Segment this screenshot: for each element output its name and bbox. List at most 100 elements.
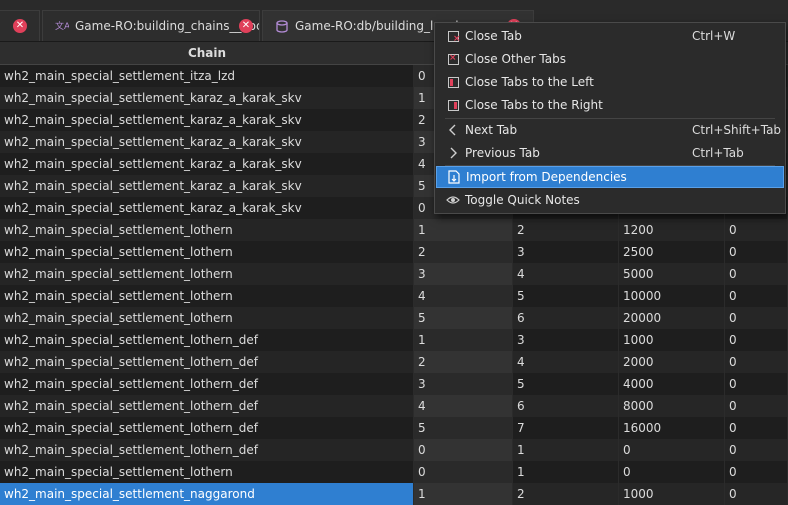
table-cell[interactable]: 5	[513, 285, 619, 307]
table-cell[interactable]: 0	[725, 241, 788, 263]
table-cell[interactable]: 2	[414, 351, 513, 373]
table-cell[interactable]: wh2_main_special_settlement_lothern	[0, 307, 414, 329]
table-cell[interactable]: 0	[725, 483, 788, 505]
menu-item-next-tab[interactable]: Next Tab Ctrl+Shift+Tab	[436, 119, 784, 141]
table-cell[interactable]: wh2_main_special_settlement_karaz_a_kara…	[0, 197, 414, 219]
table-cell[interactable]: 0	[725, 439, 788, 461]
table-cell[interactable]: wh2_main_special_settlement_karaz_a_kara…	[0, 87, 414, 109]
table-cell[interactable]: wh2_main_special_settlement_lothern	[0, 461, 414, 483]
table-cell[interactable]: 0	[725, 263, 788, 285]
table-cell[interactable]: 1000	[619, 329, 725, 351]
column-header-chain[interactable]: Chain	[0, 42, 414, 64]
table-cell[interactable]: 7	[513, 417, 619, 439]
tab-building-chains-loc[interactable]: 文A Game-RO:building_chains__.loc ✕	[42, 10, 260, 41]
table-cell[interactable]: 3	[414, 373, 513, 395]
table-cell[interactable]: 0	[619, 461, 725, 483]
table-cell[interactable]: wh2_main_special_settlement_lothern_def	[0, 373, 414, 395]
close-icon[interactable]: ✕	[13, 19, 27, 33]
table-row[interactable]: wh2_main_special_settlement_lothern_def 1…	[0, 329, 788, 351]
menu-item-close-tab[interactable]: × Close Tab Ctrl+W	[436, 25, 784, 47]
table-cell[interactable]: 2	[513, 219, 619, 241]
table-cell[interactable]: 5	[414, 307, 513, 329]
table-cell[interactable]: 0	[725, 461, 788, 483]
menu-item-toggle-quick-notes[interactable]: Toggle Quick Notes	[436, 189, 784, 211]
table-cell[interactable]: wh2_main_special_settlement_karaz_a_kara…	[0, 153, 414, 175]
table-cell[interactable]: 0	[414, 439, 513, 461]
table-row[interactable]: wh2_main_special_settlement_lothern_def 0…	[0, 439, 788, 461]
table-row[interactable]: wh2_main_special_settlement_lothern_def 3…	[0, 373, 788, 395]
table-cell[interactable]: 0	[725, 351, 788, 373]
table-row[interactable]: wh2_main_special_settlement_lothern 0 1 0 0	[0, 461, 788, 483]
menu-item-close-tabs-left[interactable]: Close Tabs to the Left	[436, 71, 784, 93]
table-cell[interactable]: 4	[513, 351, 619, 373]
table-cell[interactable]: 1	[414, 483, 513, 505]
tab-context-menu: × Close Tab Ctrl+W × Close Other Tabs Cl…	[434, 22, 786, 214]
table-cell[interactable]: 0	[725, 307, 788, 329]
table-cell[interactable]: wh2_main_special_settlement_lothern	[0, 241, 414, 263]
table-cell[interactable]: wh2_main_special_settlement_lothern_def	[0, 395, 414, 417]
table-cell[interactable]: 3	[414, 263, 513, 285]
table-cell[interactable]: 6	[513, 395, 619, 417]
table-cell[interactable]: wh2_main_special_settlement_lothern_def	[0, 351, 414, 373]
table-cell[interactable]: 1	[414, 219, 513, 241]
table-row[interactable]: wh2_main_special_settlement_lothern 3 4 500…	[0, 263, 788, 285]
table-cell[interactable]: wh2_main_special_settlement_lothern_def	[0, 329, 414, 351]
table-cell[interactable]: 1	[513, 439, 619, 461]
table-cell[interactable]: 2500	[619, 241, 725, 263]
table-cell[interactable]: 5	[414, 417, 513, 439]
table-cell[interactable]: 1200	[619, 219, 725, 241]
table-cell[interactable]: 1000	[619, 483, 725, 505]
table-cell[interactable]: 0	[725, 395, 788, 417]
menu-item-import-from-dependencies[interactable]: Import from Dependencies	[436, 166, 784, 188]
table-cell[interactable]: wh2_main_special_settlement_karaz_a_kara…	[0, 109, 414, 131]
table-cell[interactable]: 10000	[619, 285, 725, 307]
table-row[interactable]: wh2_main_special_settlement_lothern 5 6 200…	[0, 307, 788, 329]
table-cell[interactable]: 0	[414, 461, 513, 483]
table-cell[interactable]: 5	[513, 373, 619, 395]
table-cell[interactable]: wh2_main_special_settlement_karaz_a_kara…	[0, 175, 414, 197]
table-row[interactable]: wh2_main_special_settlement_lothern 2 3 250…	[0, 241, 788, 263]
table-cell[interactable]: 0	[725, 329, 788, 351]
table-cell[interactable]: 4	[513, 263, 619, 285]
table-cell[interactable]: wh2_main_special_settlement_naggarond	[0, 483, 414, 505]
table-cell[interactable]: 1	[414, 329, 513, 351]
table-cell[interactable]: 5000	[619, 263, 725, 285]
table-row[interactable]: wh2_main_special_settlement_lothern_def 4…	[0, 395, 788, 417]
table-cell[interactable]: 4	[414, 285, 513, 307]
table-cell[interactable]: 3	[513, 329, 619, 351]
table-cell[interactable]: 2	[513, 483, 619, 505]
menu-item-close-tabs-right[interactable]: Close Tabs to the Right	[436, 94, 784, 116]
table-row[interactable]: wh2_main_special_settlement_naggarond 1 2 1…	[0, 483, 788, 505]
table-cell[interactable]: 4	[414, 395, 513, 417]
table-cell[interactable]: 0	[725, 219, 788, 241]
table-cell[interactable]: wh2_main_special_settlement_lothern_def	[0, 439, 414, 461]
table-row[interactable]: wh2_main_special_settlement_lothern 4 5 100…	[0, 285, 788, 307]
table-cell[interactable]: 2	[414, 241, 513, 263]
table-row[interactable]: wh2_main_special_settlement_lothern 1 2 120…	[0, 219, 788, 241]
table-cell[interactable]: wh2_main_special_settlement_lothern_def	[0, 417, 414, 439]
table-cell[interactable]: wh2_main_special_settlement_lothern	[0, 219, 414, 241]
close-icon[interactable]: ✕	[239, 19, 253, 33]
eye-icon	[445, 192, 461, 208]
table-cell[interactable]: wh2_main_special_settlement_karaz_a_kara…	[0, 131, 414, 153]
table-cell[interactable]: 6	[513, 307, 619, 329]
table-cell[interactable]: 8000	[619, 395, 725, 417]
table-cell[interactable]: 0	[725, 285, 788, 307]
menu-item-close-other-tabs[interactable]: × Close Other Tabs	[436, 48, 784, 70]
tab-previous[interactable]: ✕	[0, 10, 40, 41]
table-cell[interactable]: 0	[619, 439, 725, 461]
table-cell[interactable]: 3	[513, 241, 619, 263]
table-cell[interactable]: 0	[725, 373, 788, 395]
menu-item-previous-tab[interactable]: Previous Tab Ctrl+Tab	[436, 142, 784, 164]
table-cell[interactable]: 0	[725, 417, 788, 439]
table-cell[interactable]: wh2_main_special_settlement_itza_lzd	[0, 65, 414, 87]
table-cell[interactable]: 16000	[619, 417, 725, 439]
table-cell[interactable]: wh2_main_special_settlement_lothern	[0, 263, 414, 285]
table-row[interactable]: wh2_main_special_settlement_lothern_def 5…	[0, 417, 788, 439]
table-cell[interactable]: 20000	[619, 307, 725, 329]
table-row[interactable]: wh2_main_special_settlement_lothern_def 2…	[0, 351, 788, 373]
table-cell[interactable]: 1	[513, 461, 619, 483]
table-cell[interactable]: 4000	[619, 373, 725, 395]
table-cell[interactable]: 2000	[619, 351, 725, 373]
table-cell[interactable]: wh2_main_special_settlement_lothern	[0, 285, 414, 307]
